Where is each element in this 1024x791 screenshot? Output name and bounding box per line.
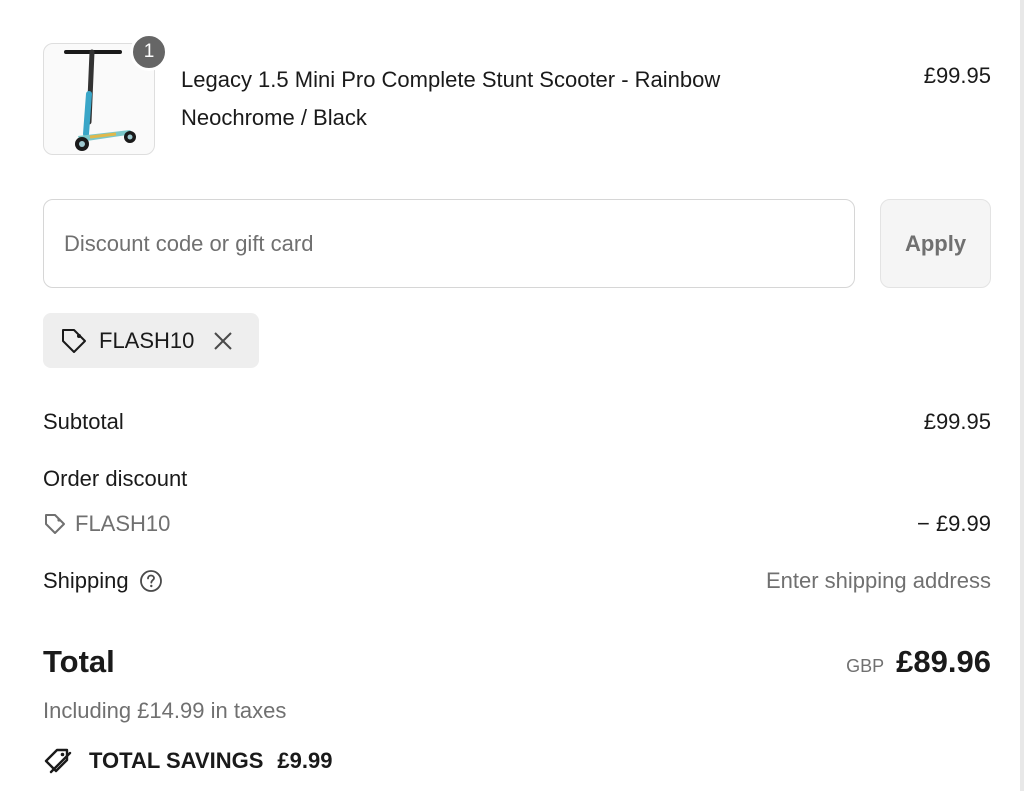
shipping-value: Enter shipping address bbox=[765, 568, 991, 593]
discount-value: − £9.99 bbox=[916, 511, 991, 536]
total-amount: £89.96 bbox=[896, 644, 991, 679]
total-savings: TOTAL SAVINGS £9.99 bbox=[43, 745, 332, 777]
discount-detail-label: FLASH10 bbox=[43, 511, 170, 537]
product-thumbnail: 1 bbox=[43, 33, 168, 155]
subtotal-value: £99.95 bbox=[923, 409, 991, 434]
scroll-edge bbox=[1020, 0, 1024, 791]
shipping-label: Shipping bbox=[43, 568, 129, 593]
total-label: Total bbox=[43, 644, 115, 679]
discount-detail-code: FLASH10 bbox=[75, 511, 171, 536]
applied-discount-chip: FLASH10 bbox=[43, 313, 259, 368]
shipping-label-group: Shipping bbox=[43, 568, 163, 594]
product-title: Legacy 1.5 Mini Pro Complete Stunt Scoot… bbox=[181, 67, 721, 130]
tag-icon bbox=[62, 328, 86, 353]
discount-code-input[interactable] bbox=[43, 199, 855, 288]
apply-button[interactable]: Apply bbox=[880, 199, 991, 288]
savings-label: TOTAL SAVINGS bbox=[89, 748, 264, 773]
applied-discount-code: FLASH10 bbox=[99, 327, 195, 353]
order-discount-label: Order discount bbox=[43, 466, 188, 491]
currency-code: GBP bbox=[846, 656, 885, 676]
close-icon[interactable] bbox=[210, 328, 236, 354]
total-value-group: GBP £89.96 bbox=[846, 644, 991, 680]
help-icon[interactable] bbox=[139, 569, 163, 593]
tag-icon bbox=[45, 514, 65, 534]
savings-tag-icon bbox=[44, 748, 72, 774]
savings-value: £9.99 bbox=[277, 748, 333, 773]
product-price: £99.95 bbox=[923, 63, 991, 88]
line-item: 1 Legacy 1.5 Mini Pro Complete Stunt Sco… bbox=[43, 33, 991, 157]
quantity-badge: 1 bbox=[130, 33, 168, 71]
taxes-note: Including £14.99 in taxes bbox=[43, 698, 287, 723]
subtotal-label: Subtotal bbox=[43, 409, 124, 434]
